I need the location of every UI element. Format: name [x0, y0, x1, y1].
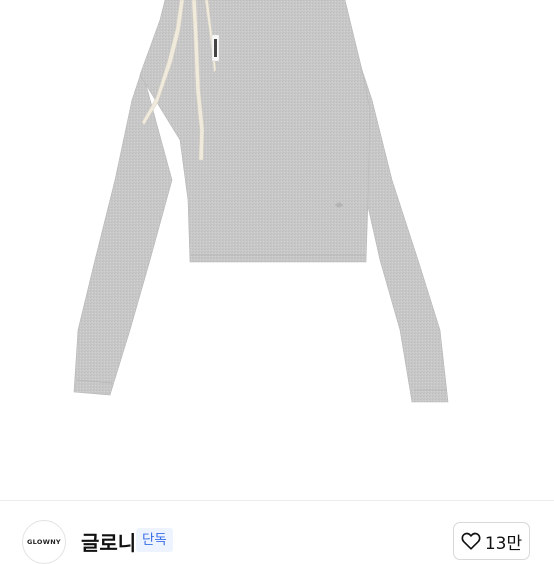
brand-logo-text: GLOWNY — [27, 538, 61, 546]
right-sleeve — [361, 69, 449, 403]
exclusive-badge: 단독 — [136, 528, 173, 552]
heart-outline-icon — [461, 532, 481, 550]
like-count: 13만 — [484, 533, 523, 554]
brand-name[interactable]: 글로니 — [81, 527, 136, 556]
left-sleeve — [73, 68, 173, 396]
product-photo — [73, 0, 449, 403]
like-button[interactable]: 13만 — [453, 522, 530, 560]
brand-bar: GLOWNY 글로니 단독 13만 — [0, 500, 554, 564]
product-image[interactable] — [0, 0, 554, 500]
brand-logo[interactable]: GLOWNY — [22, 520, 66, 564]
